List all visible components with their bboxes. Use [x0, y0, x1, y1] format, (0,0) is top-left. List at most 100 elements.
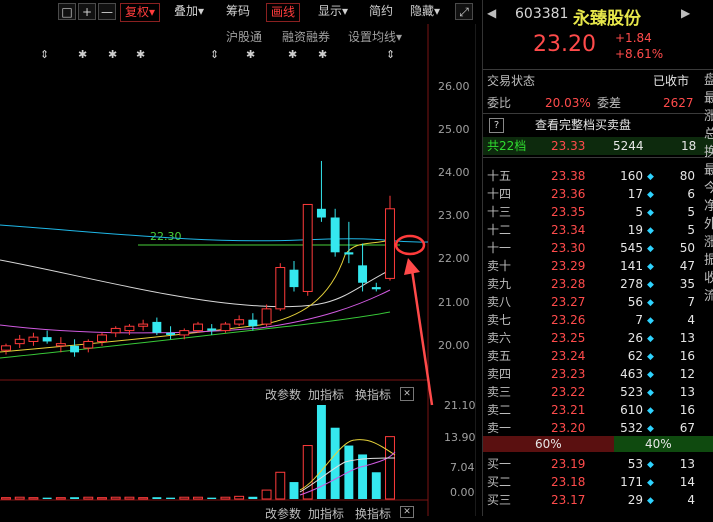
volume-bar[interactable]: [248, 496, 258, 499]
display-button[interactable]: 显示▾: [318, 3, 348, 20]
side-tab-char[interactable]: 流: [704, 288, 713, 306]
side-tab-char[interactable]: 外: [704, 216, 713, 234]
bottom-add-indicator-link[interactable]: 加指标: [308, 505, 344, 522]
volume-bar[interactable]: [358, 454, 368, 499]
order-book-row[interactable]: 卖七 23.26 7 4 ◆: [483, 311, 713, 329]
volume-bar[interactable]: [14, 496, 25, 500]
order-book-row[interactable]: 十二 23.34 19 5 ◆: [483, 221, 713, 239]
candle-body[interactable]: [55, 343, 66, 347]
volume-bar[interactable]: [179, 496, 190, 500]
chips-button[interactable]: 筹码: [226, 3, 250, 20]
candle-body[interactable]: [220, 323, 231, 332]
side-tab-char[interactable]: 涨: [704, 108, 713, 126]
volume-bar[interactable]: [97, 497, 107, 500]
volume-bar[interactable]: [234, 495, 245, 500]
window-icon[interactable]: □: [58, 3, 76, 20]
volume-switch-indicator-link[interactable]: 换指标: [355, 386, 391, 403]
side-tab-char[interactable]: 今: [704, 180, 713, 198]
candle-body[interactable]: [371, 287, 381, 290]
side-tab-char[interactable]: 最: [704, 162, 713, 180]
next-stock-icon[interactable]: ▶: [681, 6, 690, 20]
volume-bar[interactable]: [55, 497, 66, 500]
candle-body[interactable]: [179, 330, 190, 336]
side-tab-char[interactable]: 涨: [704, 234, 713, 252]
volume-bar[interactable]: [152, 497, 162, 499]
order-book-row[interactable]: 卖九 23.28 278 35 ◆: [483, 275, 713, 293]
candle-body[interactable]: [330, 217, 340, 253]
candle-body[interactable]: [138, 323, 149, 327]
bottom-params-link[interactable]: 改参数: [265, 505, 301, 522]
volume-bar[interactable]: [110, 496, 121, 500]
help-icon[interactable]: ?: [489, 118, 504, 133]
order-book-row[interactable]: 卖四 23.23 463 12 ◆: [483, 365, 713, 383]
candle-body[interactable]: [97, 334, 107, 342]
bottom-switch-indicator-link[interactable]: 换指标: [355, 505, 391, 522]
candle-body[interactable]: [28, 336, 39, 342]
side-tab-char[interactable]: 净: [704, 198, 713, 216]
candle-body[interactable]: [289, 269, 299, 288]
volume-params-link[interactable]: 改参数: [265, 386, 301, 403]
order-book-row[interactable]: 卖六 23.25 26 13 ◆: [483, 329, 713, 347]
overlay-button[interactable]: 叠加▾: [174, 3, 204, 20]
candle-body[interactable]: [166, 332, 176, 335]
volume-bar[interactable]: [371, 472, 381, 499]
candle-body[interactable]: [110, 327, 121, 334]
order-book-row[interactable]: 卖十 23.29 141 47 ◆: [483, 257, 713, 275]
full-book-row[interactable]: ? 查看完整档买卖盘: [483, 116, 713, 134]
zoom-in-button[interactable]: +: [78, 3, 96, 20]
candle-body[interactable]: [193, 323, 203, 332]
hide-button[interactable]: 隐藏▾: [410, 3, 440, 20]
volume-add-indicator-link[interactable]: 加指标: [308, 386, 344, 403]
volume-bar[interactable]: [166, 497, 176, 499]
event-marker[interactable]: ✱: [318, 48, 327, 61]
order-book-row[interactable]: 卖五 23.24 62 16 ◆: [483, 347, 713, 365]
candle-body[interactable]: [124, 325, 135, 332]
candle-body[interactable]: [344, 252, 354, 255]
side-tab-char[interactable]: 收: [704, 270, 713, 288]
fullscreen-icon[interactable]: ⤢: [455, 3, 473, 20]
candle-body[interactable]: [14, 338, 25, 345]
close-icon[interactable]: ✕: [400, 387, 414, 401]
side-tab-char[interactable]: 总: [704, 126, 713, 144]
event-marker[interactable]: ✱: [288, 48, 297, 61]
simple-mode-button[interactable]: 简约: [369, 3, 393, 20]
order-book-row[interactable]: 卖一 23.20 532 67 ◆: [483, 419, 713, 437]
candle-body[interactable]: [358, 265, 368, 283]
event-marker[interactable]: ⇕: [40, 48, 49, 61]
volume-bar[interactable]: [330, 427, 340, 499]
volume-bar[interactable]: [261, 489, 272, 500]
volume-bar[interactable]: [289, 482, 299, 499]
order-book-row[interactable]: 十三 23.35 5 5 ◆: [483, 203, 713, 221]
candle-body[interactable]: [385, 208, 395, 279]
restore-rights-button[interactable]: 复权▾: [120, 3, 161, 22]
candle-body[interactable]: [261, 308, 272, 325]
order-book-row[interactable]: 十四 23.36 17 6 ◆: [483, 185, 713, 203]
event-marker[interactable]: ✱: [136, 48, 145, 61]
volume-bar[interactable]: [1, 497, 11, 500]
close-icon[interactable]: ✕: [400, 506, 414, 518]
candle-body[interactable]: [234, 319, 245, 325]
volume-bar[interactable]: [385, 436, 395, 500]
order-book-row[interactable]: 买二 23.18 171 14 ◆: [483, 473, 713, 491]
volume-bar[interactable]: [193, 496, 203, 500]
side-tab-char[interactable]: 换: [704, 144, 713, 162]
volume-bar[interactable]: [124, 496, 135, 500]
candle-body[interactable]: [207, 328, 217, 331]
candle-body[interactable]: [42, 337, 52, 342]
event-marker[interactable]: ⇕: [210, 48, 219, 61]
order-book-row[interactable]: 卖八 23.27 56 7 ◆: [483, 293, 713, 311]
candle-body[interactable]: [152, 321, 162, 333]
candle-body[interactable]: [83, 340, 94, 349]
zoom-out-button[interactable]: —: [98, 3, 116, 20]
side-tab-char[interactable]: 盘: [704, 72, 713, 90]
full-book-link[interactable]: 查看完整档买卖盘: [535, 116, 631, 134]
candle-body[interactable]: [248, 319, 258, 327]
order-book-row[interactable]: 买一 23.19 53 13 ◆: [483, 455, 713, 473]
order-book-row[interactable]: 买三 23.17 29 4 ◆: [483, 491, 713, 509]
candle-body[interactable]: [70, 345, 80, 353]
candle-body[interactable]: [1, 345, 11, 351]
candle-body[interactable]: [316, 208, 326, 218]
volume-bar[interactable]: [138, 497, 149, 500]
volume-bar[interactable]: [207, 497, 217, 499]
volume-bar[interactable]: [275, 471, 286, 500]
